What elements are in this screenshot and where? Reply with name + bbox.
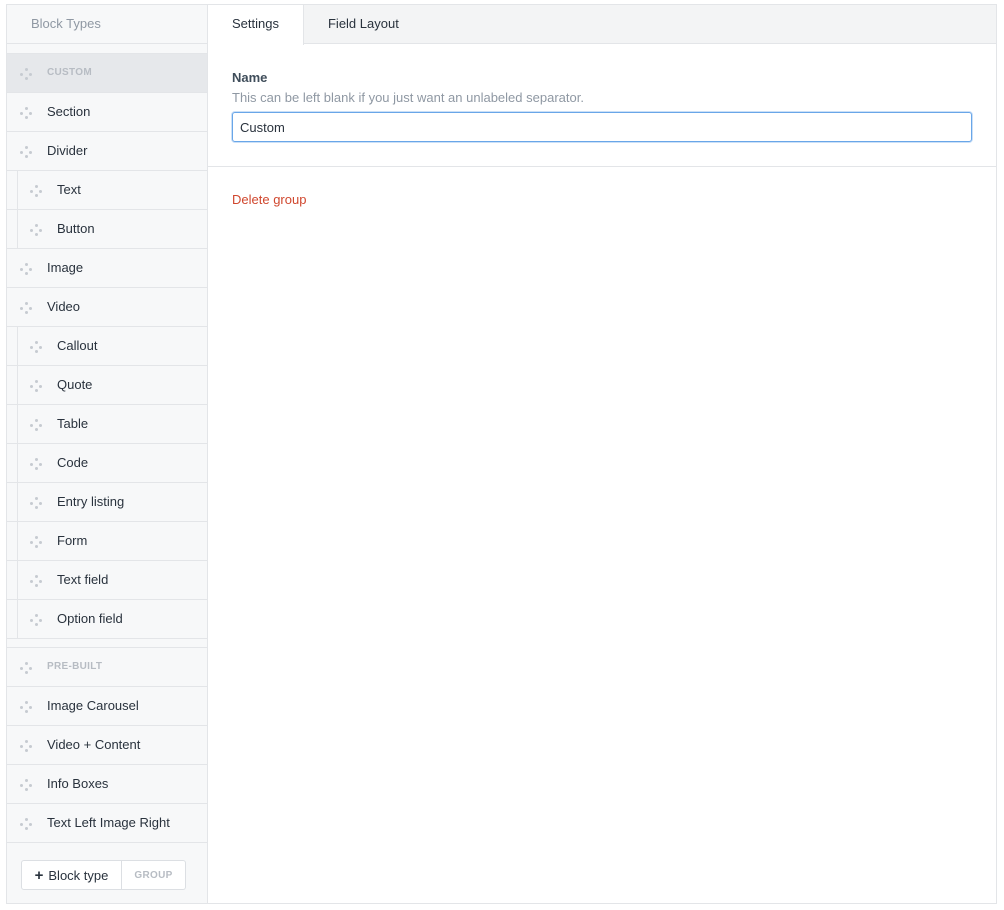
block-type-button[interactable]: Button <box>7 210 207 249</box>
sidebar-button-group: + Block type GROUP <box>21 860 186 890</box>
block-type-text[interactable]: Text <box>7 171 207 210</box>
block-type-list: PRE-BUILT Image Carousel Video + Content… <box>7 648 207 843</box>
block-type-label: Button <box>57 221 95 236</box>
block-type-info-boxes[interactable]: Info Boxes <box>7 765 207 804</box>
block-type-code[interactable]: Code <box>7 444 207 483</box>
block-type-quote[interactable]: Quote <box>7 366 207 405</box>
group-heading-label: CUSTOM <box>47 67 92 78</box>
block-type-divider[interactable]: Divider <box>7 132 207 171</box>
block-type-label: Video + Content <box>47 737 141 752</box>
block-type-label: Option field <box>57 611 123 626</box>
add-group-button[interactable]: GROUP <box>122 860 186 890</box>
block-types-sidebar: Block Types CUSTOM Section Divider Text … <box>7 5 208 903</box>
block-type-table[interactable]: Table <box>7 405 207 444</box>
block-type-text-field[interactable]: Text field <box>7 561 207 600</box>
block-type-image[interactable]: Image <box>7 249 207 288</box>
move-icon[interactable] <box>30 614 42 626</box>
settings-panel: Settings Field Layout Name This can be l… <box>207 5 996 903</box>
block-types-editor: Block Types CUSTOM Section Divider Text … <box>6 4 997 904</box>
name-field: Name This can be left blank if you just … <box>208 44 996 142</box>
block-type-label: Video <box>47 299 81 314</box>
block-type-section[interactable]: Section <box>7 93 207 132</box>
move-icon[interactable] <box>20 68 32 80</box>
delete-group-link[interactable]: Delete group <box>232 192 306 207</box>
block-type-label: Divider <box>47 143 88 158</box>
move-icon[interactable] <box>20 818 32 830</box>
block-type-label: Section <box>47 104 91 119</box>
move-icon[interactable] <box>20 302 32 314</box>
block-type-text-left-image-right[interactable]: Text Left Image Right <box>7 804 207 843</box>
group-heading-label: PRE-BUILT <box>47 661 103 672</box>
block-type-image-carousel[interactable]: Image Carousel <box>7 687 207 726</box>
block-type-label: Entry listing <box>57 494 125 509</box>
sidebar-header: Block Types <box>7 5 207 44</box>
block-type-entry-listing[interactable]: Entry listing <box>7 483 207 522</box>
move-icon[interactable] <box>20 107 32 119</box>
block-type-label: Text <box>57 182 81 197</box>
block-type-callout[interactable]: Callout <box>7 327 207 366</box>
block-type-list: CUSTOM Section Divider Text Button Image <box>7 54 207 639</box>
move-icon[interactable] <box>20 263 32 275</box>
move-icon[interactable] <box>30 419 42 431</box>
move-icon[interactable] <box>30 575 42 587</box>
block-type-label: Table <box>57 416 89 431</box>
move-icon[interactable] <box>30 380 42 392</box>
block-type-label: Image <box>47 260 84 275</box>
move-icon[interactable] <box>20 146 32 158</box>
move-icon[interactable] <box>20 779 32 791</box>
block-type-label: Form <box>57 533 88 548</box>
add-block-type-label: Block type <box>48 867 109 883</box>
name-instructions: This can be left blank if you just want … <box>232 90 584 105</box>
block-type-label: Image Carousel <box>47 698 139 713</box>
block-type-label: Callout <box>57 338 98 353</box>
tab-field-layout[interactable]: Field Layout <box>304 5 423 44</box>
add-block-type-button[interactable]: + Block type <box>21 860 122 890</box>
block-type-form[interactable]: Form <box>7 522 207 561</box>
move-icon[interactable] <box>20 740 32 752</box>
plus-icon: + <box>34 866 44 884</box>
add-group-label: GROUP <box>134 869 173 881</box>
group-heading-custom[interactable]: CUSTOM <box>7 54 207 93</box>
block-type-label: Code <box>57 455 89 470</box>
tab-bar: Settings Field Layout <box>207 5 996 45</box>
block-type-label: Text Left Image Right <box>47 815 170 830</box>
block-type-video-content[interactable]: Video + Content <box>7 726 207 765</box>
move-icon[interactable] <box>20 701 32 713</box>
move-icon[interactable] <box>30 497 42 509</box>
group-heading-pre-built[interactable]: PRE-BUILT <box>7 648 207 687</box>
block-type-label: Text field <box>57 572 109 587</box>
move-icon[interactable] <box>30 185 42 197</box>
move-icon[interactable] <box>30 536 42 548</box>
sidebar-spacer <box>7 639 207 648</box>
block-type-label: Info Boxes <box>47 776 109 791</box>
sidebar-spacer <box>7 44 207 54</box>
move-icon[interactable] <box>30 224 42 236</box>
block-type-label: Quote <box>57 377 93 392</box>
name-input[interactable] <box>232 112 972 142</box>
block-type-option-field[interactable]: Option field <box>7 600 207 639</box>
move-icon[interactable] <box>20 662 32 674</box>
move-icon[interactable] <box>30 458 42 470</box>
divider <box>208 166 996 167</box>
name-label: Name <box>232 70 268 85</box>
move-icon[interactable] <box>30 341 42 353</box>
block-type-video[interactable]: Video <box>7 288 207 327</box>
tab-settings[interactable]: Settings <box>207 5 304 45</box>
